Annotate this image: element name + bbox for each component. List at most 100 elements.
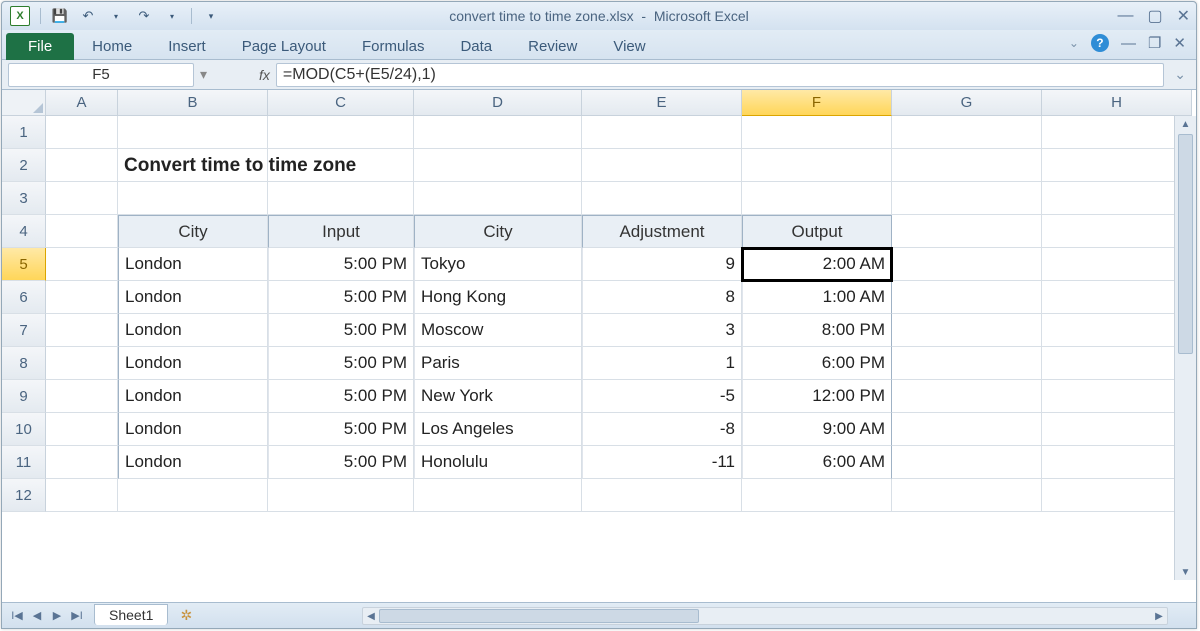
- cell-G11[interactable]: [892, 446, 1042, 479]
- table-header[interactable]: Adjustment: [582, 215, 742, 248]
- table-cell[interactable]: 9: [582, 248, 742, 281]
- cell-A1[interactable]: [46, 116, 118, 149]
- cell-F12[interactable]: [742, 479, 892, 512]
- row-header-8[interactable]: 8: [2, 347, 46, 380]
- row-header-1[interactable]: 1: [2, 116, 46, 149]
- table-cell[interactable]: 5:00 PM: [268, 380, 414, 413]
- table-cell[interactable]: 12:00 PM: [742, 380, 892, 413]
- table-cell[interactable]: 5:00 PM: [268, 446, 414, 479]
- select-all-corner[interactable]: [2, 90, 46, 116]
- cell-G9[interactable]: [892, 380, 1042, 413]
- cell-E12[interactable]: [582, 479, 742, 512]
- cell-H4[interactable]: [1042, 215, 1192, 248]
- col-header-E[interactable]: E: [582, 90, 742, 116]
- table-cell[interactable]: 5:00 PM: [268, 413, 414, 446]
- doc-minimize-icon[interactable]: —: [1121, 35, 1136, 52]
- cell-H12[interactable]: [1042, 479, 1192, 512]
- cell-A7[interactable]: [46, 314, 118, 347]
- cell-A12[interactable]: [46, 479, 118, 512]
- cell-G7[interactable]: [892, 314, 1042, 347]
- table-cell[interactable]: London: [118, 380, 268, 413]
- scroll-right-icon[interactable]: ▶: [1151, 611, 1167, 622]
- cell-A8[interactable]: [46, 347, 118, 380]
- tab-page-layout[interactable]: Page Layout: [224, 33, 344, 59]
- sheet-title[interactable]: Convert time to time zone: [118, 149, 718, 182]
- formula-expand-icon[interactable]: ⌄: [1170, 66, 1190, 83]
- cell-A2[interactable]: [46, 149, 118, 182]
- hscroll-thumb[interactable]: [379, 609, 699, 623]
- cell-A10[interactable]: [46, 413, 118, 446]
- tab-view[interactable]: View: [595, 33, 663, 59]
- table-cell[interactable]: 5:00 PM: [268, 347, 414, 380]
- table-cell[interactable]: -8: [582, 413, 742, 446]
- cell-G6[interactable]: [892, 281, 1042, 314]
- table-header[interactable]: City: [118, 215, 268, 248]
- cell-G4[interactable]: [892, 215, 1042, 248]
- tab-formulas[interactable]: Formulas: [344, 33, 443, 59]
- table-cell[interactable]: 8:00 PM: [742, 314, 892, 347]
- table-cell[interactable]: -11: [582, 446, 742, 479]
- table-cell[interactable]: 6:00 AM: [742, 446, 892, 479]
- cell-A11[interactable]: [46, 446, 118, 479]
- cell-H5[interactable]: [1042, 248, 1192, 281]
- cell-D12[interactable]: [414, 479, 582, 512]
- fx-icon[interactable]: fx: [259, 67, 270, 83]
- table-cell[interactable]: Hong Kong: [414, 281, 582, 314]
- table-cell[interactable]: London: [118, 413, 268, 446]
- table-cell[interactable]: London: [118, 446, 268, 479]
- vscroll-thumb[interactable]: [1178, 134, 1193, 354]
- col-header-C[interactable]: C: [268, 90, 414, 116]
- table-cell[interactable]: London: [118, 248, 268, 281]
- ribbon-min-chevron-icon[interactable]: ⌄: [1069, 36, 1079, 50]
- cell-A4[interactable]: [46, 215, 118, 248]
- vertical-scrollbar[interactable]: ▲ ▼: [1174, 116, 1196, 580]
- table-cell[interactable]: Moscow: [414, 314, 582, 347]
- cell-H2[interactable]: [1042, 149, 1192, 182]
- tab-data[interactable]: Data: [442, 33, 510, 59]
- table-cell[interactable]: Los Angeles: [414, 413, 582, 446]
- cell-E1[interactable]: [582, 116, 742, 149]
- table-cell[interactable]: -5: [582, 380, 742, 413]
- undo-icon[interactable]: ↶: [79, 7, 97, 25]
- table-cell[interactable]: London: [118, 281, 268, 314]
- row-header-6[interactable]: 6: [2, 281, 46, 314]
- maximize-icon[interactable]: ▢: [1147, 6, 1162, 26]
- minimize-icon[interactable]: —: [1117, 7, 1133, 25]
- row-header-3[interactable]: 3: [2, 182, 46, 215]
- sheet-next-icon[interactable]: ▶: [48, 607, 66, 625]
- tab-home[interactable]: Home: [74, 33, 150, 59]
- cell-G1[interactable]: [892, 116, 1042, 149]
- close-icon[interactable]: ✕: [1177, 6, 1190, 26]
- row-header-10[interactable]: 10: [2, 413, 46, 446]
- table-cell[interactable]: 1:00 AM: [742, 281, 892, 314]
- cell-B1[interactable]: [118, 116, 268, 149]
- cell-A3[interactable]: [46, 182, 118, 215]
- sheet-first-icon[interactable]: I◀: [8, 607, 26, 625]
- table-cell[interactable]: London: [118, 314, 268, 347]
- cell-H11[interactable]: [1042, 446, 1192, 479]
- table-header[interactable]: Input: [268, 215, 414, 248]
- cell-A9[interactable]: [46, 380, 118, 413]
- col-header-H[interactable]: H: [1042, 90, 1192, 116]
- cell-C1[interactable]: [268, 116, 414, 149]
- cell-H3[interactable]: [1042, 182, 1192, 215]
- col-header-A[interactable]: A: [46, 90, 118, 116]
- cell-H8[interactable]: [1042, 347, 1192, 380]
- redo-dropdown-icon[interactable]: ▾: [163, 7, 181, 25]
- table-cell[interactable]: 1: [582, 347, 742, 380]
- doc-restore-icon[interactable]: ❐: [1148, 34, 1161, 52]
- cell-H7[interactable]: [1042, 314, 1192, 347]
- cell-F1[interactable]: [742, 116, 892, 149]
- cell-grid[interactable]: Convert time to time zoneCityInputCityAd…: [46, 116, 1174, 602]
- cell-F2[interactable]: [742, 149, 892, 182]
- table-cell[interactable]: 6:00 PM: [742, 347, 892, 380]
- table-cell[interactable]: Honolulu: [414, 446, 582, 479]
- save-icon[interactable]: 💾: [51, 7, 69, 25]
- table-cell[interactable]: 8: [582, 281, 742, 314]
- help-icon[interactable]: ?: [1091, 34, 1109, 52]
- redo-icon[interactable]: ↷: [135, 7, 153, 25]
- cell-D3[interactable]: [414, 182, 582, 215]
- horizontal-scrollbar[interactable]: ◀ ▶: [362, 607, 1168, 625]
- col-header-B[interactable]: B: [118, 90, 268, 116]
- cell-H6[interactable]: [1042, 281, 1192, 314]
